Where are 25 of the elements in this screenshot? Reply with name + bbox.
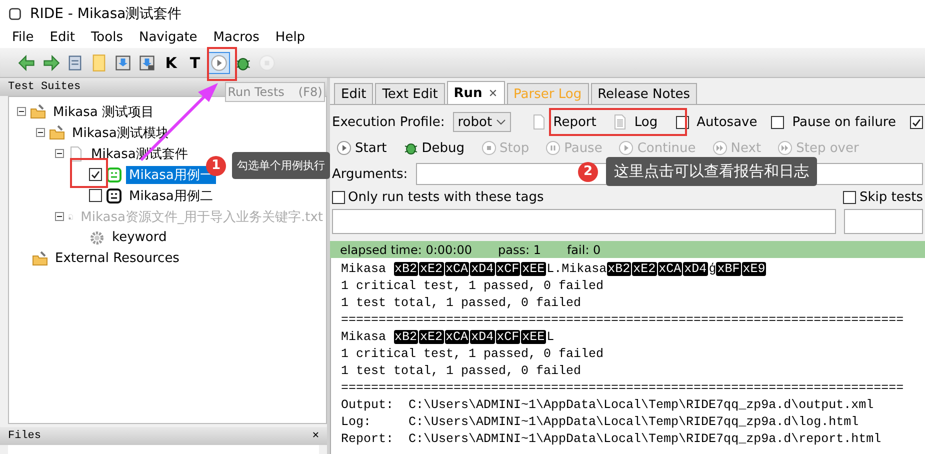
console-line: 1 test total, 1 passed, 0 failed <box>341 364 582 380</box>
callout-tooltip: 勾选单个用例执行 <box>232 152 330 179</box>
field-label: Execution Profile: <box>332 114 445 130</box>
panel-title: Files <box>8 429 42 444</box>
status-text: elapsed time: 0:00:00 <box>340 242 472 256</box>
console-line: =========================================================================== <box>341 381 905 397</box>
status-text: fail: 0 <box>566 242 601 256</box>
console-line: Mikasa xB2 xE2 xCA xD4 xCF xEE L <box>341 330 556 346</box>
console-line: Output: C:\Users\ADMINI~1\AppData\Local\Temp\RIDE7qq_zp9a.d\output.xml <box>341 398 875 414</box>
console-line: 1 critical test, 1 passed, 0 failed <box>341 279 605 295</box>
console-line: 1 test total, 1 passed, 0 failed <box>341 296 582 312</box>
checkbox-label: Autosave <box>696 114 758 130</box>
field-label: Arguments: <box>332 166 408 182</box>
tooltip: Run Tests (F8) <box>225 82 325 102</box>
console-line: 1 critical test, 1 passed, 0 failed <box>341 347 605 363</box>
window-title: RIDE - Mikasa测试套件 <box>30 5 182 23</box>
checkbox-label: Only run tests with these tags <box>348 190 544 204</box>
console-line: Report: C:\Users\ADMINI~1\AppData\Local\Temp\RIDE7qq_zp9a.d\report.html <box>341 432 882 448</box>
checkbox-label: Skip tests <box>859 190 923 204</box>
console-line: Mikasa xB2 xE2 xCA xD4 xCF xEE L.MikasaxB2 xE2 xCA xD4 ģxBF xE9 <box>341 262 768 278</box>
console-line: =========================================================================== <box>341 313 905 329</box>
callout-tooltip: 这里点击可以查看报告和日志 <box>606 157 817 186</box>
console-line: Log: C:\Users\ADMINI~1\AppData\Local\Temp\RIDE7qq_zp9a.d\log.html <box>341 415 860 431</box>
checkbox-label: Pause on failure <box>792 114 896 130</box>
status-text: pass: 1 <box>498 242 541 256</box>
